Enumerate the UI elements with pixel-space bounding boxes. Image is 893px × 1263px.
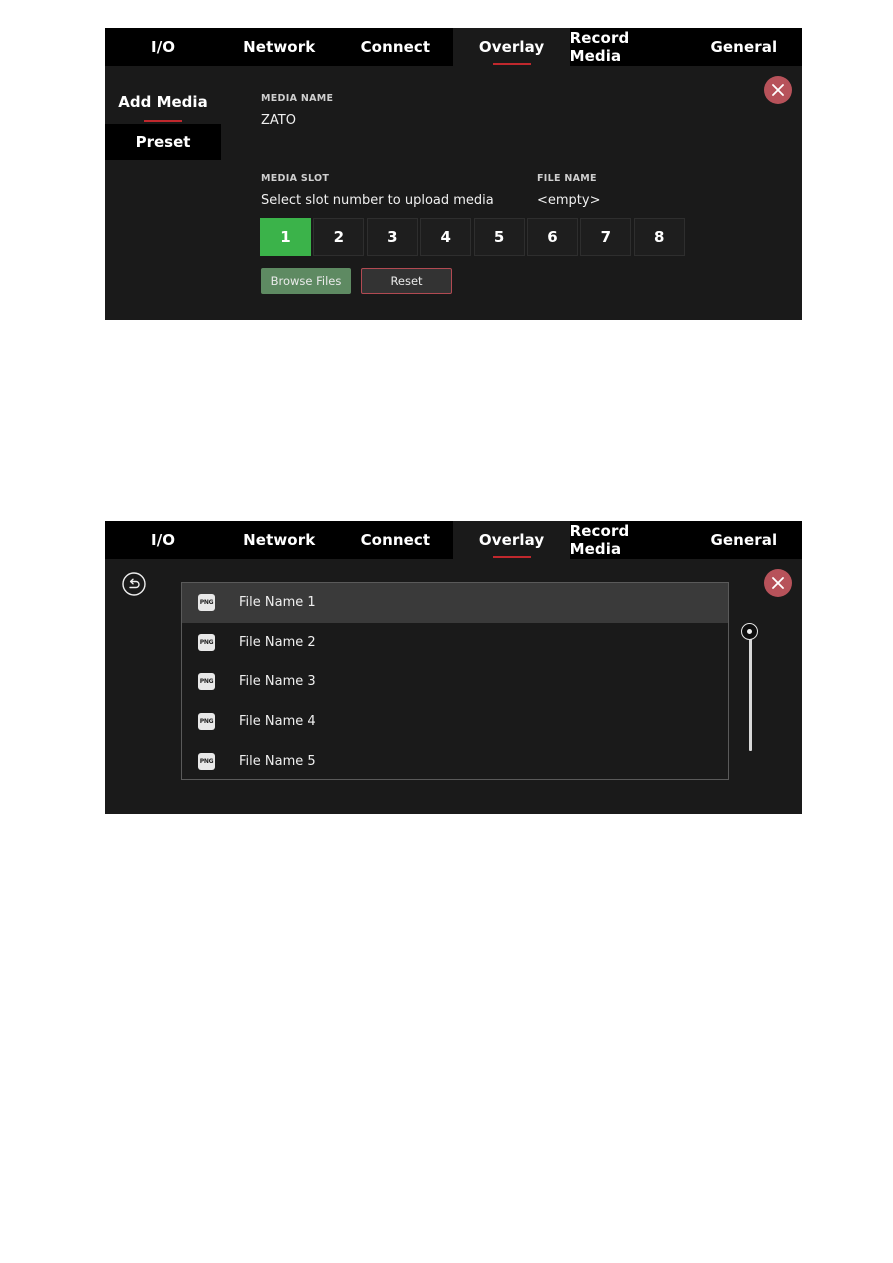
- file-list-item[interactable]: PNG File Name 1: [182, 583, 728, 623]
- overlay-file-browser-panel: I/O Network Connect Overlay Record Media…: [105, 521, 802, 814]
- close-button[interactable]: [764, 569, 792, 597]
- sidenav-preset[interactable]: Preset: [105, 124, 221, 160]
- tab-label: I/O: [151, 531, 176, 549]
- close-icon: [772, 84, 784, 96]
- back-arrow-icon: [122, 572, 146, 596]
- tab-overlay[interactable]: Overlay: [453, 521, 570, 559]
- tab-connect[interactable]: Connect: [337, 28, 453, 66]
- tab-record-media[interactable]: Record Media: [570, 521, 686, 559]
- media-name-label: MEDIA NAME: [261, 93, 334, 104]
- slot-button-3[interactable]: 3: [366, 218, 418, 256]
- active-sidenav-indicator: [144, 120, 182, 122]
- tab-bar: I/O Network Connect Overlay Record Media…: [105, 521, 802, 559]
- media-slot-instruction: Select slot number to upload media: [261, 193, 494, 208]
- png-file-icon: PNG: [198, 752, 215, 770]
- tab-label: Connect: [360, 38, 431, 56]
- scrollbar-track[interactable]: [749, 629, 752, 751]
- tab-label: Connect: [360, 531, 431, 549]
- tab-label: Overlay: [478, 38, 545, 56]
- slot-button-6[interactable]: 6: [526, 218, 578, 256]
- tab-io[interactable]: I/O: [105, 521, 221, 559]
- tab-label: Network: [243, 531, 316, 549]
- file-list-item[interactable]: PNG File Name 4: [182, 702, 728, 742]
- reset-button[interactable]: Reset: [361, 268, 452, 294]
- browse-files-button[interactable]: Browse Files: [261, 268, 351, 294]
- active-tab-indicator: [492, 556, 531, 558]
- tab-label: I/O: [151, 38, 176, 56]
- tab-bar: I/O Network Connect Overlay Record Media…: [105, 28, 802, 66]
- slot-button-7[interactable]: 7: [580, 218, 632, 256]
- back-button[interactable]: [122, 572, 146, 596]
- file-name-label: FILE NAME: [537, 173, 597, 184]
- file-name: File Name 1: [239, 595, 316, 611]
- file-list: PNG File Name 1 PNG File Name 2 PNG File…: [181, 582, 729, 780]
- file-list-item[interactable]: PNG File Name 5: [182, 741, 728, 781]
- media-slot-label: MEDIA SLOT: [261, 173, 330, 184]
- file-name: File Name 5: [239, 753, 316, 769]
- png-file-icon: PNG: [198, 633, 215, 651]
- png-file-icon: PNG: [198, 713, 215, 731]
- scrollbar-thumb[interactable]: [741, 623, 758, 640]
- tab-network[interactable]: Network: [221, 521, 337, 559]
- slot-button-2[interactable]: 2: [313, 218, 365, 256]
- file-list-item[interactable]: PNG File Name 3: [182, 662, 728, 702]
- png-file-icon: PNG: [198, 594, 215, 612]
- file-name: File Name 3: [239, 674, 316, 690]
- tab-label: Record Media: [569, 29, 630, 65]
- sidenav-label: Preset: [135, 133, 191, 151]
- file-list-item[interactable]: PNG File Name 2: [182, 623, 728, 663]
- overlay-add-media-panel: I/O Network Connect Overlay Record Media…: [105, 28, 802, 320]
- tab-connect[interactable]: Connect: [337, 521, 453, 559]
- file-name: File Name 2: [239, 634, 316, 650]
- close-icon: [772, 577, 784, 589]
- tab-network[interactable]: Network: [221, 28, 337, 66]
- file-name: File Name 4: [239, 714, 316, 730]
- tab-label: Record Media: [569, 522, 630, 558]
- tab-general[interactable]: General: [686, 521, 802, 559]
- close-button[interactable]: [764, 76, 792, 104]
- slot-button-5[interactable]: 5: [473, 218, 525, 256]
- tab-io[interactable]: I/O: [105, 28, 221, 66]
- active-tab-indicator: [492, 63, 531, 65]
- media-name-value[interactable]: ZATO: [261, 113, 296, 128]
- tab-label: Overlay: [478, 531, 545, 549]
- sidenav-label: Add Media: [118, 93, 208, 111]
- tab-label: General: [710, 531, 778, 549]
- slot-button-1[interactable]: 1: [260, 218, 311, 256]
- tab-general[interactable]: General: [686, 28, 802, 66]
- png-file-icon: PNG: [198, 673, 215, 691]
- tab-label: Network: [243, 38, 316, 56]
- tab-record-media[interactable]: Record Media: [570, 28, 686, 66]
- slot-button-8[interactable]: 8: [633, 218, 685, 256]
- tab-overlay[interactable]: Overlay: [453, 28, 570, 66]
- media-slot-selector: 1 2 3 4 5 6 7 8: [260, 218, 687, 256]
- tab-label: General: [710, 38, 778, 56]
- file-name-value: <empty>: [537, 193, 601, 208]
- slot-button-4[interactable]: 4: [420, 218, 472, 256]
- sidenav-add-media[interactable]: Add Media: [105, 84, 221, 122]
